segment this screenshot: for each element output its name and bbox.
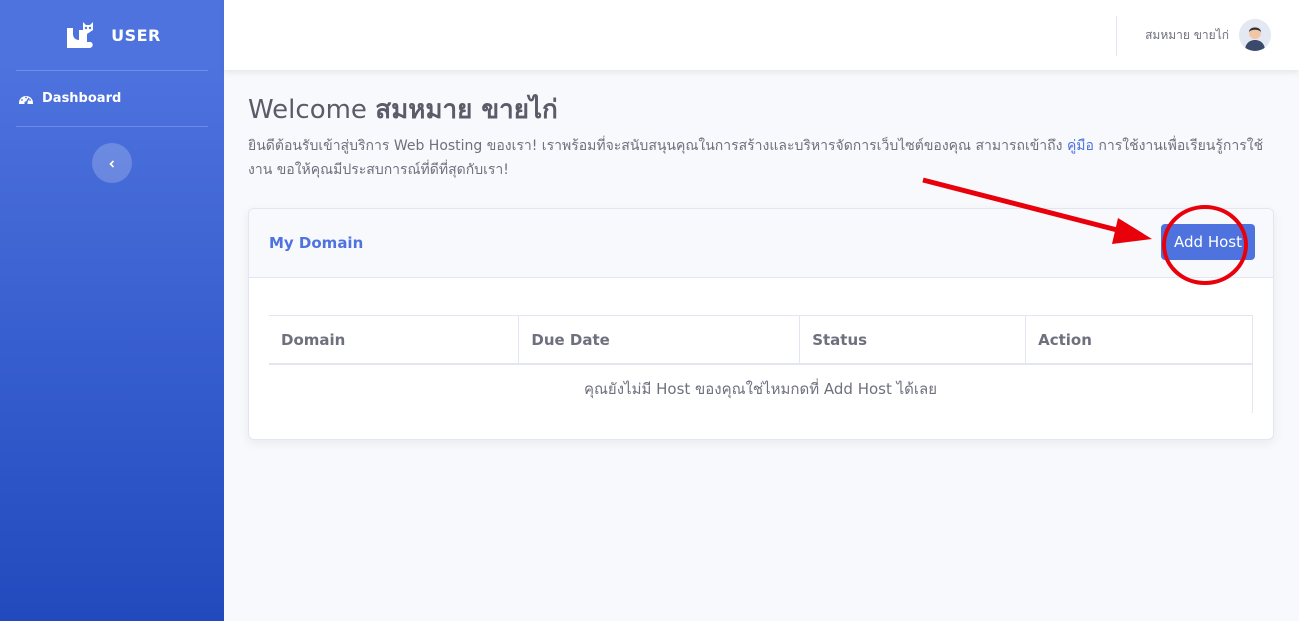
main-content: Welcome สมหมาย ขายไก่ ยินดีต้อนรับเข้าสู… bbox=[248, 70, 1278, 182]
card-title: My Domain bbox=[269, 234, 364, 252]
topbar: สมหมาย ขายไก่ bbox=[224, 0, 1299, 70]
cat-logo-icon bbox=[63, 18, 97, 52]
user-name: สมหมาย ขายไก่ bbox=[1145, 27, 1229, 42]
empty-message: คุณยังไม่มี Host ของคุณใช่ไหมกดที่ Add H… bbox=[269, 364, 1253, 413]
my-domain-card: My Domain Add Host Domain Due Date Statu… bbox=[248, 208, 1274, 440]
sidebar-toggle-button[interactable] bbox=[92, 143, 132, 183]
add-host-button[interactable]: Add Host bbox=[1161, 224, 1255, 260]
chevron-left-icon bbox=[107, 154, 117, 173]
avatar bbox=[1239, 19, 1271, 51]
welcome-user-name: สมหมาย ขายไก่ bbox=[375, 95, 558, 125]
user-menu[interactable]: สมหมาย ขายไก่ bbox=[1145, 18, 1271, 52]
sidebar-item-label: Dashboard bbox=[42, 91, 122, 106]
topbar-divider bbox=[1116, 16, 1117, 56]
brand[interactable]: USER bbox=[0, 0, 224, 70]
page-title: Welcome สมหมาย ขายไก่ bbox=[248, 95, 558, 125]
card-header: My Domain Add Host bbox=[249, 209, 1273, 278]
table-row: คุณยังไม่มี Host ของคุณใช่ไหมกดที่ Add H… bbox=[269, 364, 1253, 413]
brand-title: USER bbox=[111, 25, 161, 45]
intro-text: ยินดีต้อนรับเข้าสู่บริการ Web Hosting ขอ… bbox=[248, 138, 1264, 178]
domain-table: Domain Due Date Status Action คุณยังไม่ม… bbox=[269, 315, 1253, 413]
column-header-action[interactable]: Action bbox=[1025, 315, 1253, 365]
sidebar: USER Dashboard bbox=[0, 0, 224, 621]
column-header-due-date[interactable]: Due Date bbox=[518, 315, 800, 365]
manual-link[interactable]: คู่มือ bbox=[1067, 138, 1094, 154]
column-header-status[interactable]: Status bbox=[799, 315, 1026, 365]
sidebar-item-dashboard[interactable]: Dashboard bbox=[0, 71, 224, 126]
tachometer-icon bbox=[18, 91, 34, 107]
column-header-domain[interactable]: Domain bbox=[269, 315, 519, 365]
